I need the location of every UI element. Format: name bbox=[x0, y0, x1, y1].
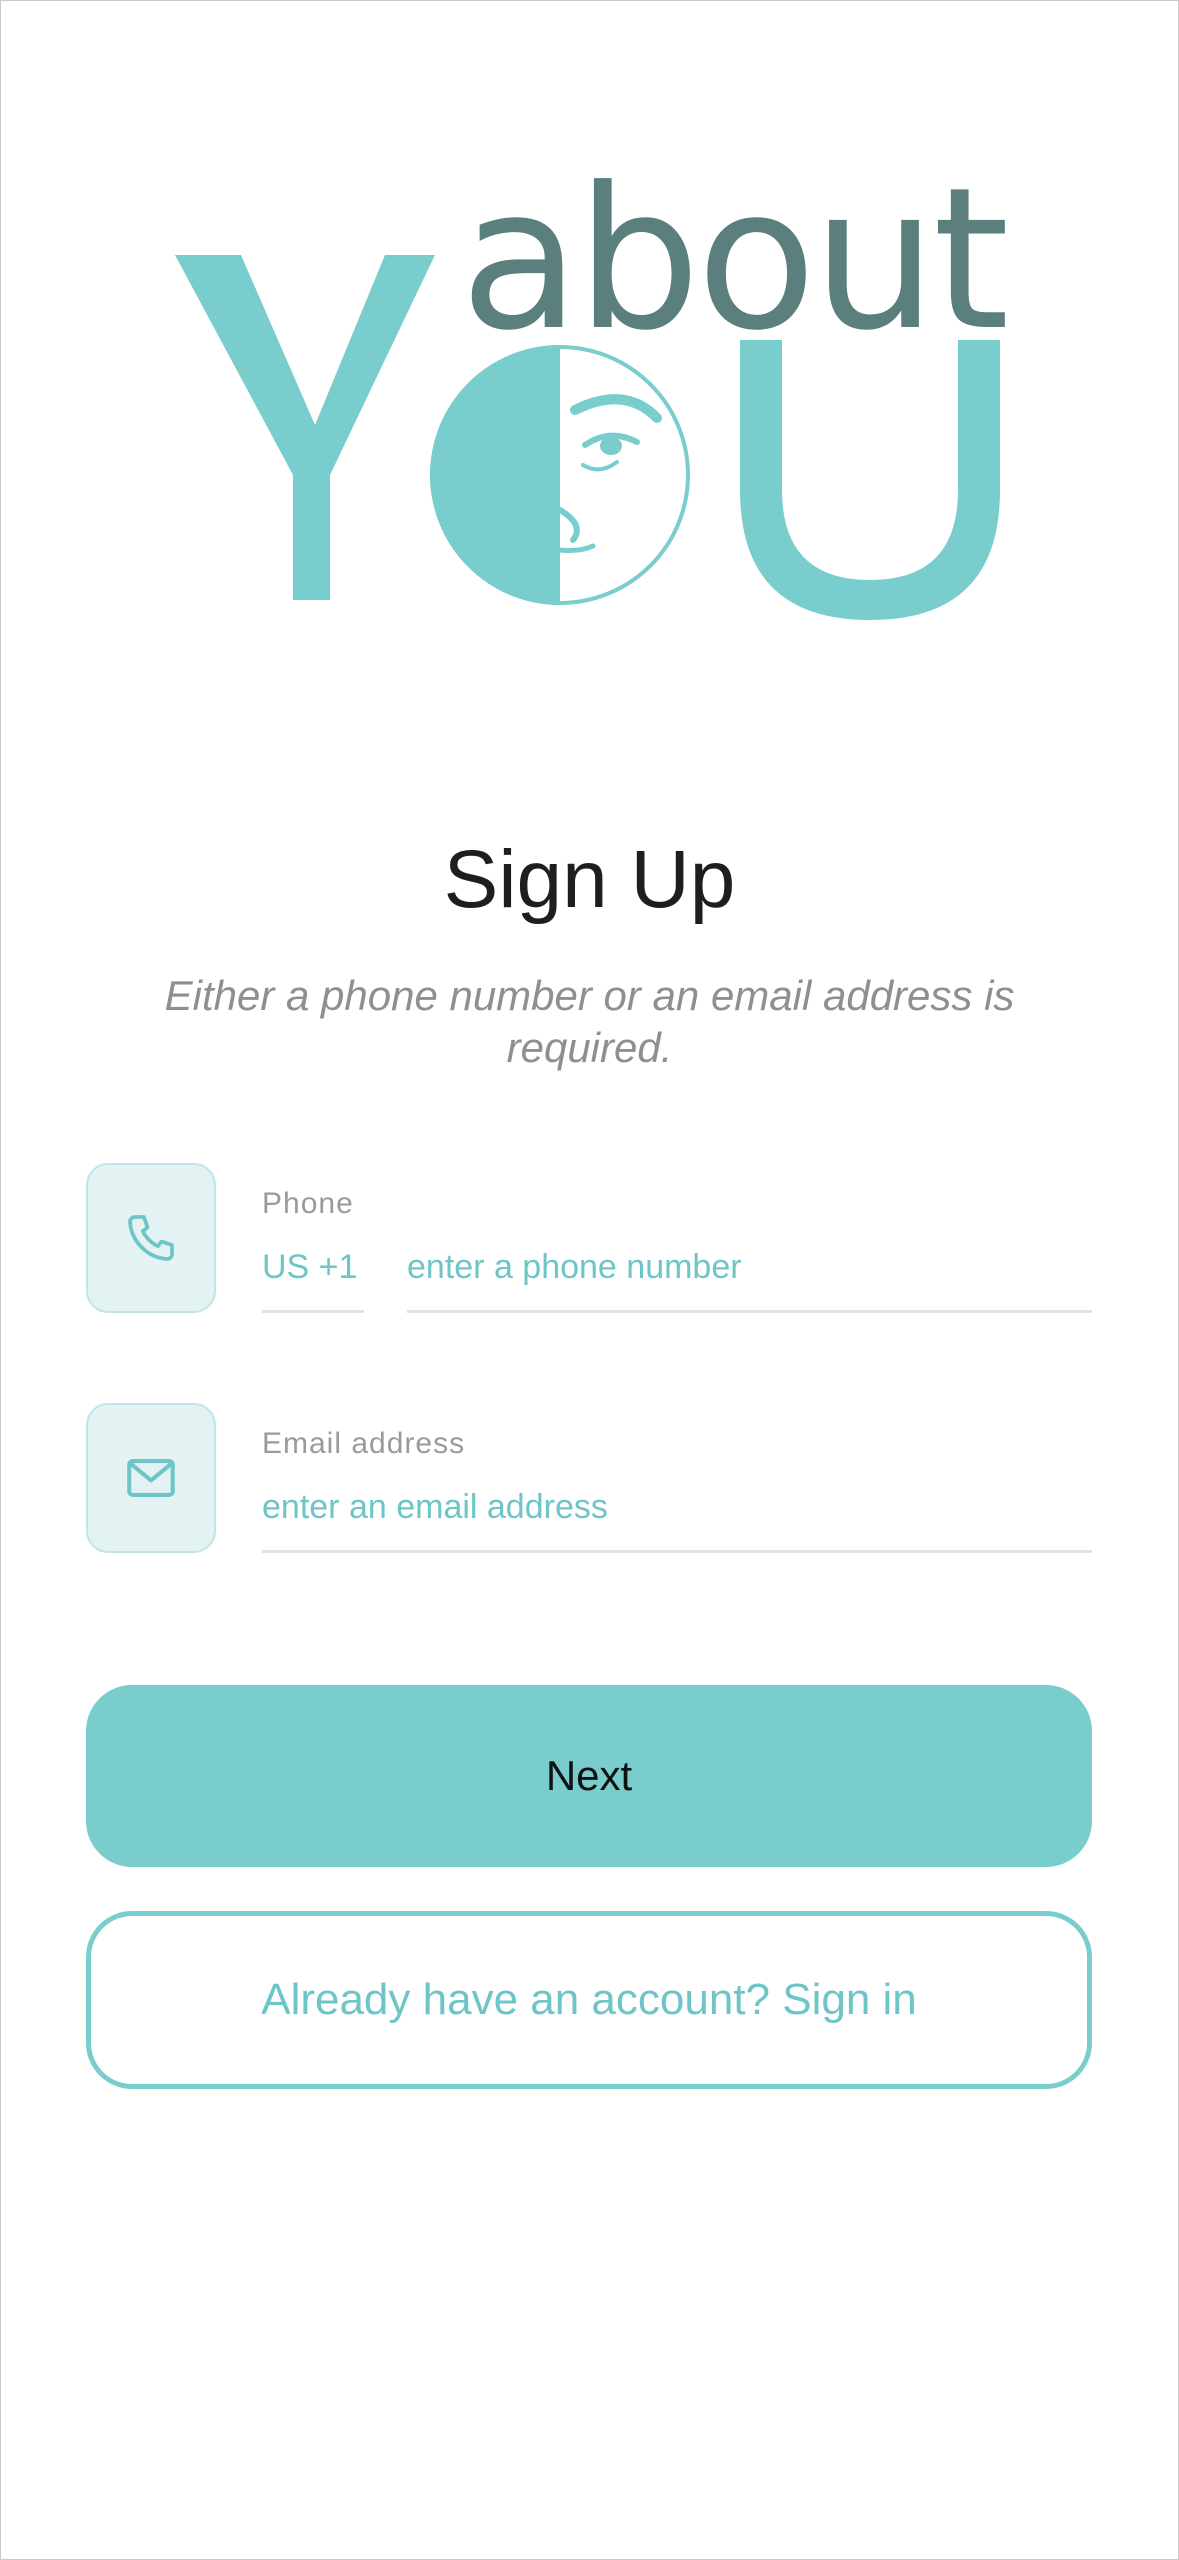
sign-in-button[interactable]: Already have an account? Sign in bbox=[86, 1911, 1092, 2089]
mail-icon bbox=[127, 1459, 175, 1497]
country-code-selector[interactable]: US +1 bbox=[262, 1248, 357, 1287]
phone-input-underline bbox=[407, 1310, 1092, 1313]
next-button[interactable]: Next bbox=[86, 1685, 1092, 1867]
country-code-underline bbox=[262, 1310, 364, 1313]
about-you-logo: about bbox=[170, 160, 1010, 620]
form-instructions: Either a phone number or an email addres… bbox=[164, 972, 1015, 1071]
email-input-underline bbox=[262, 1550, 1092, 1553]
page-title: Sign Up bbox=[443, 834, 736, 925]
phone-icon-box bbox=[86, 1163, 216, 1313]
phone-icon bbox=[128, 1215, 174, 1261]
logo-about-text: about bbox=[460, 146, 1010, 374]
phone-label: Phone bbox=[262, 1187, 354, 1220]
email-input[interactable]: enter an email address bbox=[262, 1488, 608, 1527]
logo-y-letter bbox=[175, 255, 435, 600]
next-button-label: Next bbox=[545, 1752, 633, 1799]
logo-face-icon bbox=[430, 345, 690, 605]
email-icon-box bbox=[86, 1403, 216, 1553]
sign-in-button-label: Already have an account? Sign in bbox=[261, 1975, 917, 2024]
logo-u-letter bbox=[740, 340, 1000, 620]
phone-input[interactable]: enter a phone number bbox=[407, 1248, 742, 1287]
email-label: Email address bbox=[262, 1427, 466, 1460]
